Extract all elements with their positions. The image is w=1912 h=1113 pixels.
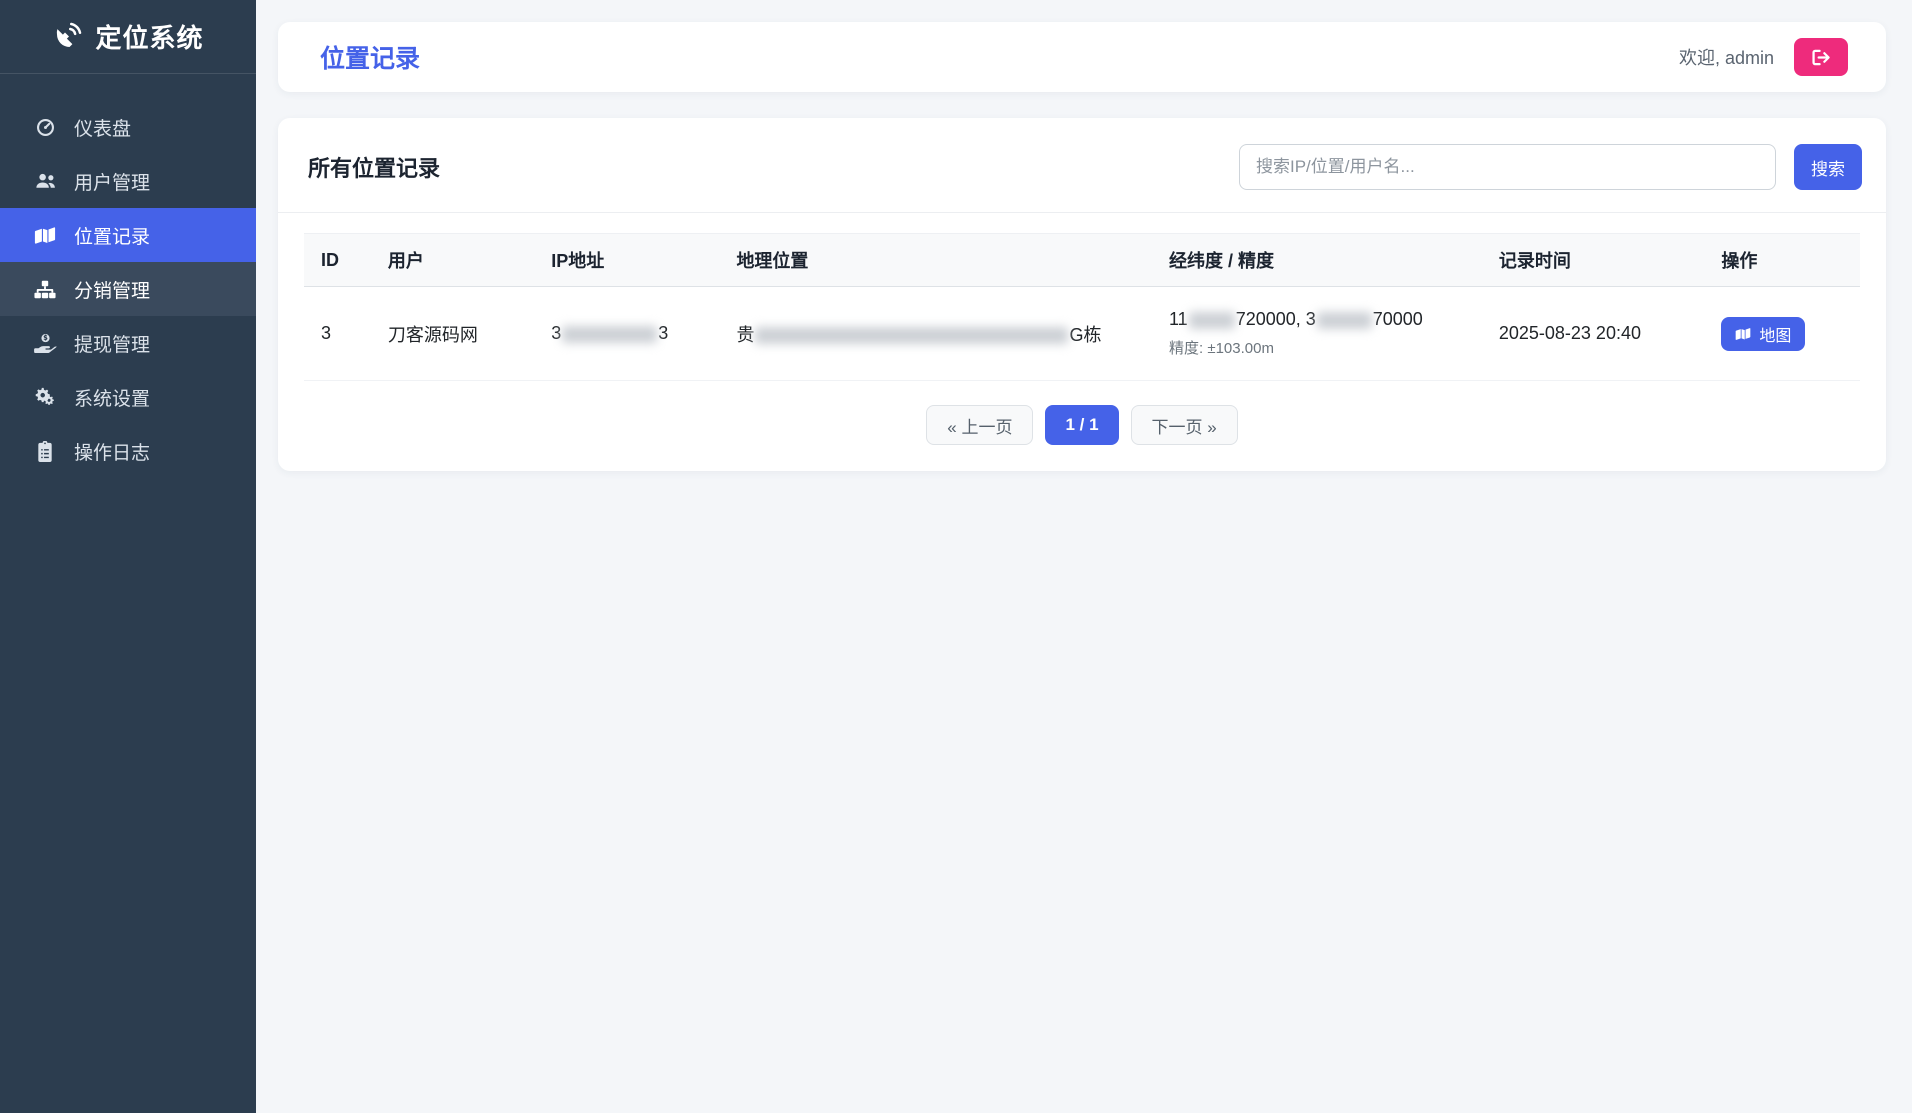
app-logo: 定位系统 [0,0,256,74]
page-header: 位置记录 欢迎, admin [278,22,1886,92]
coord-redacted-blur [1317,312,1372,329]
sidebar-item-label: 操作日志 [74,438,150,465]
sidebar-item-label: 仪表盘 [74,114,131,141]
cell-time: 2025-08-23 20:40 [1482,287,1705,381]
column-header-time: 记录时间 [1482,234,1705,287]
pagination: « 上一页 1 / 1 下一页 » [304,405,1860,445]
records-panel: 所有位置记录 搜索 ID 用户 IP地址 地理位置 经纬度 / [278,118,1886,471]
sitemap-icon [33,280,57,299]
next-page-button[interactable]: 下一页 » [1131,405,1238,445]
column-header-ip: IP地址 [534,234,719,287]
ip-redacted-blur [562,326,657,343]
sidebar-item-label: 用户管理 [74,168,150,195]
cell-user: 刀客源码网 [371,287,534,381]
sidebar-nav: 仪表盘 用户管理 位置记录 [0,74,256,478]
table-row: 3 刀客源码网 33 贵G栋 11720000, 370000 精度: ±103… [304,287,1860,381]
sidebar-item-label: 分销管理 [74,276,150,303]
logout-button[interactable] [1794,38,1848,76]
satellite-dish-icon [52,22,82,52]
cell-id: 3 [304,287,371,381]
column-header-coordinates: 经纬度 / 精度 [1152,234,1482,287]
search-group: 搜索 [1239,144,1862,190]
records-table-wrap: ID 用户 IP地址 地理位置 经纬度 / 精度 记录时间 操作 3 刀客源码网… [278,213,1886,445]
panel-title: 所有位置记录 [308,151,440,183]
accuracy-text: 精度: ±103.00m [1169,337,1472,358]
hand-dollar-icon [33,334,57,353]
main-content: 位置记录 欢迎, admin 所有位置记录 搜索 [256,0,1912,1113]
current-page-indicator: 1 / 1 [1045,405,1118,445]
page-title: 位置记录 [320,39,420,75]
clipboard-icon [33,441,57,462]
column-header-actions: 操作 [1704,234,1860,287]
location-redacted-blur [755,327,1068,344]
welcome-text: 欢迎, admin [1679,44,1774,70]
map-button[interactable]: 地图 [1721,317,1805,351]
app-title: 定位系统 [95,18,203,55]
cell-actions: 地图 [1704,287,1860,381]
coordinates-line: 11720000, 370000 [1169,309,1472,330]
prev-page-button[interactable]: « 上一页 [926,405,1033,445]
cell-coordinates: 11720000, 370000 精度: ±103.00m [1152,287,1482,381]
sidebar-item-withdrawals[interactable]: 提现管理 [0,316,256,370]
sidebar-item-dashboard[interactable]: 仪表盘 [0,100,256,154]
records-table: ID 用户 IP地址 地理位置 经纬度 / 精度 记录时间 操作 3 刀客源码网… [304,233,1860,381]
sign-out-icon [1811,49,1832,66]
header-right: 欢迎, admin [1679,38,1848,76]
search-button[interactable]: 搜索 [1794,144,1862,190]
sidebar-item-logs[interactable]: 操作日志 [0,424,256,478]
cell-location: 贵G栋 [719,287,1152,381]
map-marked-icon [1735,327,1751,341]
panel-header: 所有位置记录 搜索 [278,118,1886,213]
map-button-label: 地图 [1759,322,1791,346]
sidebar: 定位系统 仪表盘 用户管理 [0,0,256,1113]
column-header-user: 用户 [371,234,534,287]
sidebar-item-location-records[interactable]: 位置记录 [0,208,256,262]
coord-redacted-blur [1189,312,1235,329]
column-header-location: 地理位置 [719,234,1152,287]
search-input[interactable] [1239,144,1776,190]
cell-ip: 33 [534,287,719,381]
sidebar-item-label: 系统设置 [74,384,150,411]
sidebar-item-users[interactable]: 用户管理 [0,154,256,208]
sidebar-item-settings[interactable]: 系统设置 [0,370,256,424]
users-icon [33,172,57,190]
sidebar-item-distribution[interactable]: 分销管理 [0,262,256,316]
sidebar-item-label: 提现管理 [74,330,150,357]
table-header-row: ID 用户 IP地址 地理位置 经纬度 / 精度 记录时间 操作 [304,234,1860,287]
gears-icon [33,387,57,407]
gauge-icon [33,117,57,138]
column-header-id: ID [304,234,371,287]
sidebar-item-label: 位置记录 [74,222,150,249]
map-marked-icon [33,226,57,245]
